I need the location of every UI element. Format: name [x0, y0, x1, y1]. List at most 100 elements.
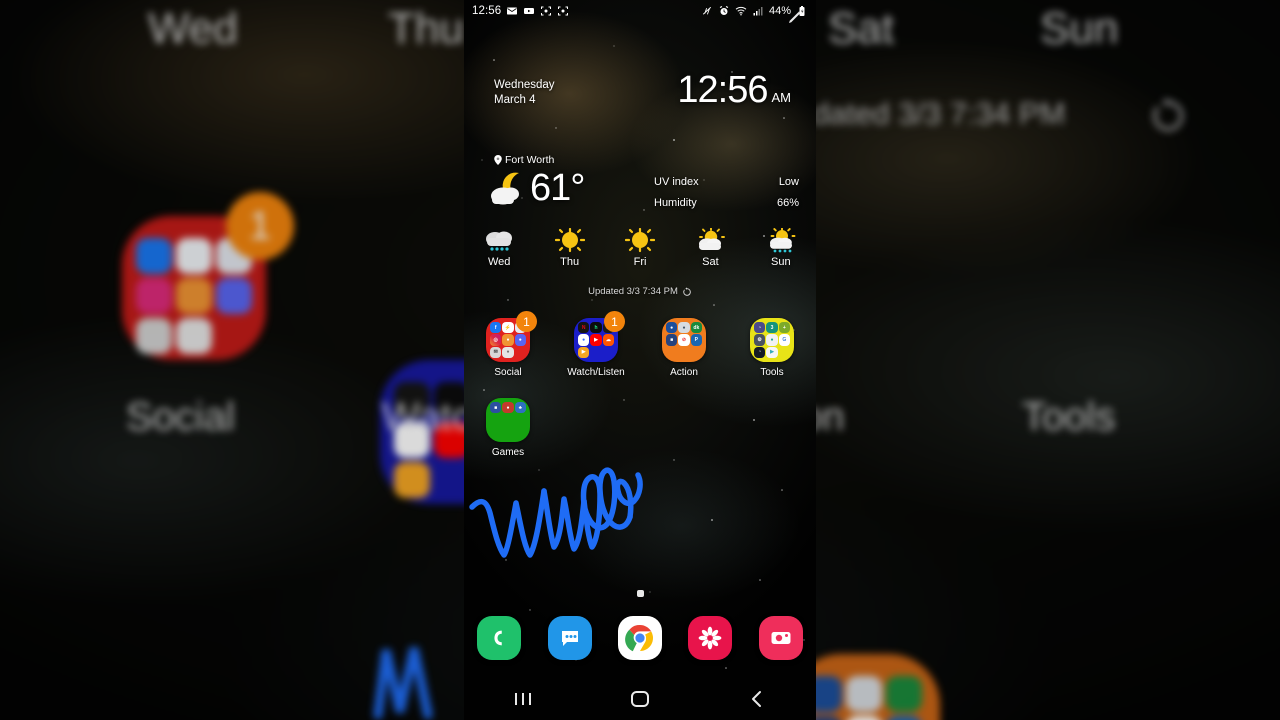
status-bar-right: 44%	[701, 5, 808, 17]
handwritten-scribble[interactable]	[464, 455, 816, 575]
folder-icon[interactable]: ■ ● ♣	[486, 398, 530, 442]
translate-icon: G	[778, 334, 790, 346]
sun-icon	[625, 228, 656, 253]
camera-icon[interactable]	[758, 616, 803, 660]
status-bar-left: 12:56	[472, 5, 569, 17]
folder-icon[interactable]: f ⚡ ● ◎ ● ● ✉ ● 1	[486, 311, 537, 362]
phone-screen-panel: 12:56 44% Wednesday March 4 12:56 AM For…	[464, 0, 816, 720]
ghost-badge: 1	[226, 192, 294, 260]
ghost-label-tools: Tools	[1022, 395, 1116, 439]
sun-cloud-icon	[699, 228, 726, 250]
forecast-day-sun[interactable]: Sun	[746, 228, 816, 268]
discord-icon: ●	[514, 334, 526, 346]
empty-cell	[728, 398, 816, 458]
forecast-day-label: Thu	[560, 256, 580, 268]
folder-social[interactable]: f ⚡ ● ◎ ● ● ✉ ● 1 Social	[464, 311, 552, 378]
weather-updated-row: Updated 3/3 7:34 PM	[464, 286, 816, 297]
empty-slot	[502, 414, 513, 425]
humidity-label: Humidity	[654, 197, 697, 209]
humidity-value: 66%	[776, 197, 799, 209]
folder-label: Action	[670, 367, 698, 378]
phone-icon[interactable]	[477, 616, 522, 660]
recents-button[interactable]	[464, 691, 581, 707]
folder-badge-count: 1	[604, 311, 625, 332]
back-button[interactable]	[699, 690, 816, 708]
speedtest-icon: ◔	[754, 346, 766, 358]
empty-cell	[552, 398, 640, 458]
uv-index-value: Low	[778, 176, 799, 188]
status-bar: 12:56 44%	[464, 0, 816, 22]
clock-ampm: AM	[771, 90, 792, 105]
forecast-day-wed[interactable]: Wed	[464, 228, 534, 268]
folder-label: Watch/Listen	[567, 367, 625, 378]
folder-tools[interactable]: ◔ 3 + ⚙ ● G ◔ ▶ Tools	[728, 318, 816, 378]
weather-stats: UV index Low Humidity 66%	[654, 172, 799, 214]
play-movies-icon: ▶	[578, 346, 590, 358]
empty-slot	[490, 414, 501, 425]
netflix-icon: N	[578, 322, 590, 334]
messages-icon: ●	[502, 346, 514, 358]
folder-icon[interactable]: ● ● dk ■ ⊘ P	[662, 318, 706, 362]
dock-item-gallery[interactable]	[675, 616, 745, 660]
dock-item-phone[interactable]	[464, 616, 534, 660]
folder-label: Tools	[760, 367, 784, 378]
empty-slot	[502, 427, 513, 438]
forecast-day-sat[interactable]: Sat	[675, 228, 745, 268]
dock-item-camera[interactable]	[746, 616, 816, 660]
folder-label: Games	[491, 447, 525, 458]
ghost-label-watch: Watc	[382, 395, 472, 439]
folder-watch-listen[interactable]: N h H ● ▶ ☁ ▶ 1 Watch/Listen	[552, 311, 640, 378]
empty-slot	[691, 347, 702, 358]
message-bubble-icon[interactable]	[547, 616, 592, 660]
forecast-day-fri[interactable]: Fri	[605, 228, 675, 268]
hulu-icon: h	[590, 322, 602, 334]
alarm-icon	[719, 6, 729, 15]
contacts-icon: ●	[502, 334, 514, 346]
empty-slot	[515, 347, 526, 358]
folder-icon[interactable]: ◔ 3 + ⚙ ● G ◔ ▶	[750, 318, 794, 362]
ring-icon: ●	[666, 322, 678, 334]
navigation-bar	[464, 678, 816, 720]
no-entry-icon: ⊘	[678, 334, 690, 346]
forecast-day-thu[interactable]: Thu	[534, 228, 604, 268]
camera-app-icon: ●	[678, 322, 690, 334]
folder-badge-count: 1	[516, 311, 537, 332]
date-block: Wednesday March 4	[494, 78, 555, 108]
do-not-disturb-icon	[703, 7, 711, 15]
weather-forecast-row: Wed Thu Fri Sat Sun	[464, 228, 816, 268]
tetris-icon: ■	[490, 402, 502, 414]
page-indicator	[464, 584, 816, 602]
dock-item-messages[interactable]	[534, 616, 604, 660]
weather-temperature: 61°	[530, 167, 585, 209]
forecast-day-label: Wed	[487, 256, 511, 268]
rain-cloud-icon	[486, 231, 513, 251]
empty-cell	[640, 398, 728, 458]
youtube-icon: ▶	[590, 334, 602, 346]
forecast-day-label: Sun	[771, 256, 791, 268]
forecast-day-label: Sat	[702, 256, 719, 268]
weather-location-label: Fort Worth	[505, 154, 555, 166]
moon-cloud-icon	[491, 172, 519, 205]
pandora-icon: ●	[578, 334, 590, 346]
weather-location[interactable]: Fort Worth	[494, 154, 554, 166]
chrome-icon[interactable]	[618, 616, 663, 660]
folder-icon[interactable]: N h H ● ▶ ☁ ▶ 1	[574, 311, 625, 362]
play-store-icon: ▶	[766, 346, 778, 358]
home-button[interactable]	[581, 690, 698, 708]
flower-icon[interactable]	[688, 616, 733, 660]
refresh-icon[interactable]	[682, 286, 692, 297]
dock-item-chrome[interactable]	[605, 616, 675, 660]
home-page-dot[interactable]	[636, 590, 644, 597]
battery-charging-icon	[799, 6, 805, 16]
date-label: March 4	[494, 94, 536, 106]
calculator-icon: +	[778, 322, 790, 334]
facebook-icon: f	[490, 322, 502, 334]
folder-games[interactable]: ■ ● ♣ Games	[464, 398, 552, 458]
solitaire-icon: ♣	[514, 402, 526, 414]
instagram-icon: ◎	[490, 334, 502, 346]
app-folder-grid: f ⚡ ● ◎ ● ● ✉ ● 1 Social N	[464, 311, 816, 458]
sun-icon	[554, 228, 585, 253]
folder-action[interactable]: ● ● dk ■ ⊘ P Action	[640, 318, 728, 378]
clock-widget[interactable]: Wednesday March 4 12:56 AM	[464, 69, 816, 122]
photos-icon: ■	[666, 334, 678, 346]
